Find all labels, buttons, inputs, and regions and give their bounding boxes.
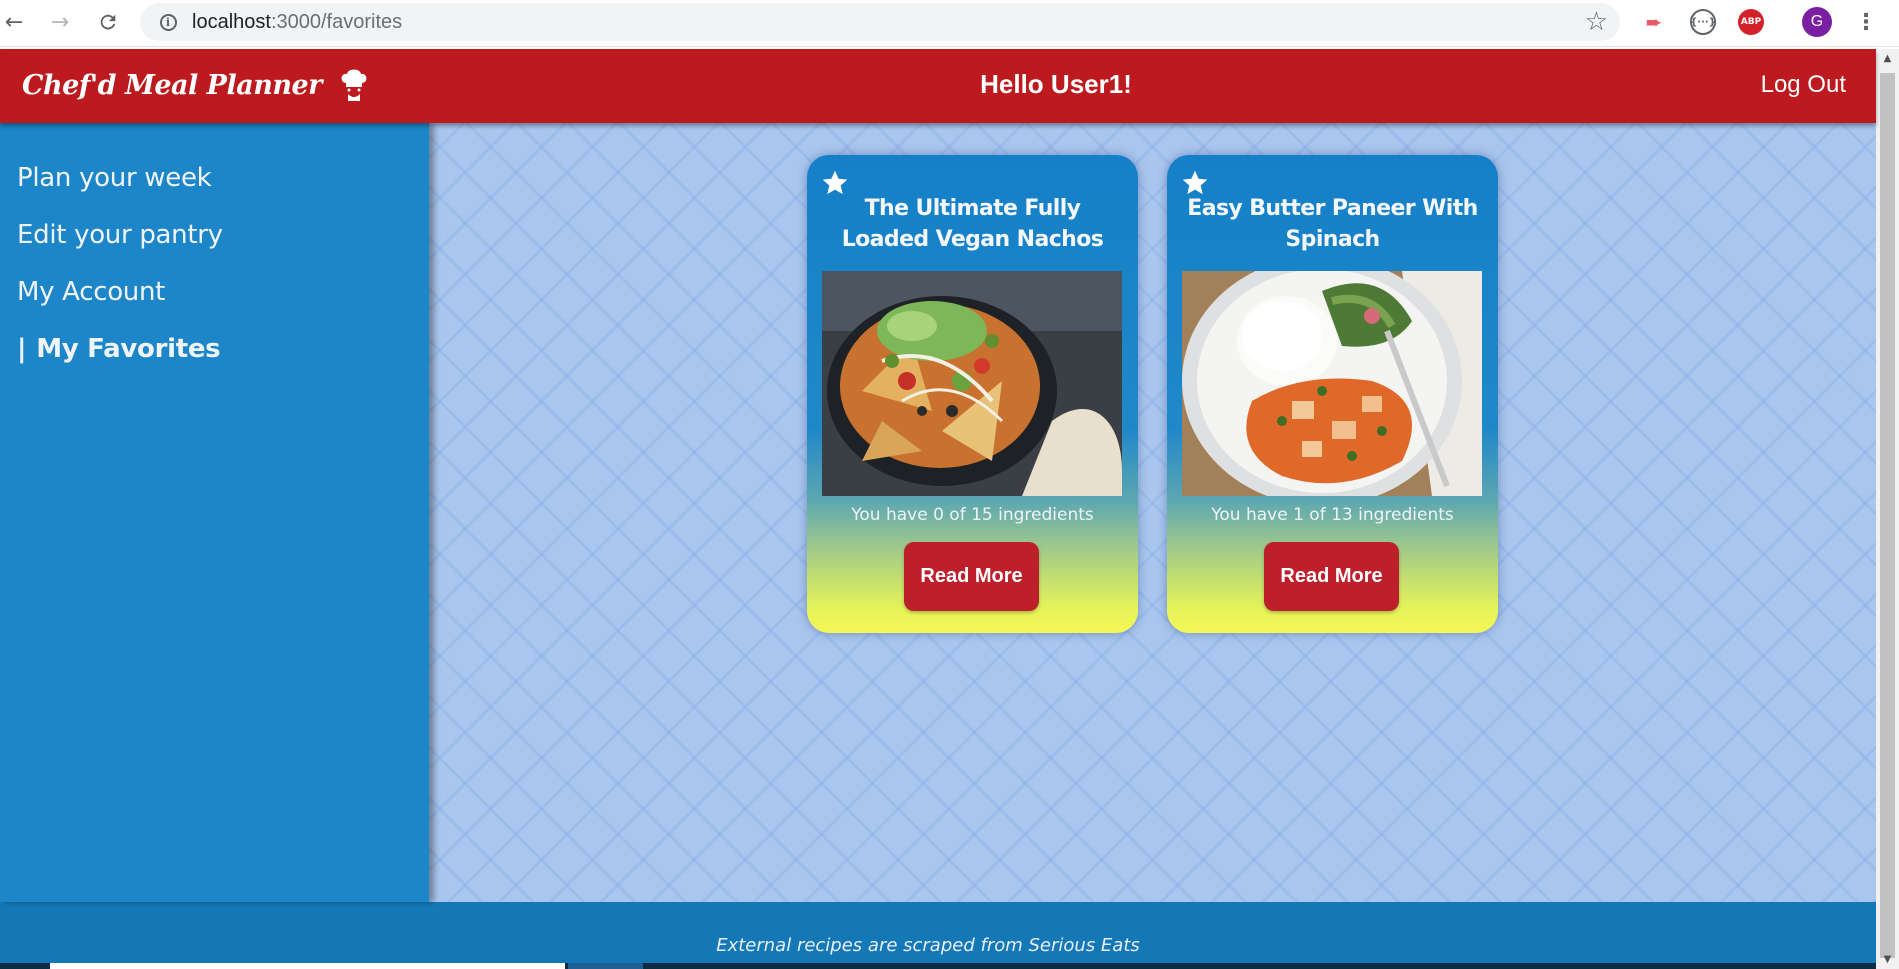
brand-name[interactable]: Chef'd Meal Planner	[22, 70, 322, 101]
read-more-button[interactable]: Read More	[1264, 542, 1399, 611]
recipe-title[interactable]: The Ultimate Fully Loaded Vegan Nachos	[827, 193, 1118, 255]
active-marker: |	[17, 334, 27, 364]
ingredient-count: You have 0 of 15 ingredients	[851, 505, 1094, 525]
chef-hat-icon	[341, 69, 367, 101]
sidebar-item-plan-week[interactable]: Plan your week	[17, 163, 212, 193]
sidebar-item-label: My Favorites	[36, 334, 221, 364]
forward-arrow-icon[interactable]: →	[46, 8, 74, 36]
extension-arrow-icon[interactable]: ➨	[1641, 9, 1667, 35]
ingredient-count: You have 1 of 13 ingredients	[1211, 505, 1454, 525]
bookmark-star-icon[interactable]: ☆	[1585, 7, 1608, 37]
paneer-image[interactable]	[1182, 271, 1482, 496]
sidebar-item-label: Edit your pantry	[17, 220, 223, 250]
taskbar-active-segment	[50, 963, 565, 969]
recipe-title[interactable]: Easy Butter Paneer With Spinach	[1187, 193, 1478, 255]
footer: External recipes are scraped from Seriou…	[0, 902, 1876, 969]
sidebar-item-edit-pantry[interactable]: Edit your pantry	[17, 220, 223, 250]
recipe-card: The Ultimate Fully Loaded Vegan Nachos Y…	[807, 155, 1138, 633]
extension-code-icon[interactable]: {···}	[1690, 9, 1716, 35]
browser-toolbar: ← → i localhost:3000/favorites ☆ ➨ {···}…	[0, 0, 1899, 47]
nachos-image[interactable]	[822, 271, 1122, 496]
scroll-up-arrow-icon[interactable]: ▲	[1876, 53, 1899, 64]
footer-text: External recipes are scraped from Seriou…	[716, 935, 1140, 956]
profile-avatar[interactable]: G	[1802, 7, 1832, 37]
logout-link[interactable]: Log Out	[1761, 71, 1846, 99]
greeting-text: Hello User1!	[980, 69, 1132, 99]
browser-menu-icon[interactable]: ⋮	[1853, 9, 1879, 35]
url-text[interactable]: localhost:3000/favorites	[192, 11, 402, 34]
sidebar: Plan your week Edit your pantry My Accou…	[0, 123, 429, 902]
favorites-content: The Ultimate Fully Loaded Vegan Nachos Y…	[429, 123, 1876, 902]
address-bar[interactable]: i localhost:3000/favorites ☆	[140, 3, 1620, 41]
taskbar-strip	[0, 963, 1876, 969]
adblock-icon[interactable]: ABP	[1738, 9, 1764, 35]
recipe-card: Easy Butter Paneer With Spinach You have…	[1167, 155, 1498, 633]
sidebar-item-label: My Account	[17, 277, 166, 307]
site-info-icon[interactable]: i	[148, 13, 188, 31]
sidebar-item-my-favorites[interactable]: | My Favorites	[17, 334, 221, 364]
read-more-button[interactable]: Read More	[904, 542, 1039, 611]
reload-icon[interactable]	[94, 8, 122, 36]
sidebar-item-label: Plan your week	[17, 163, 212, 193]
scroll-down-arrow-icon[interactable]: ▼	[1876, 954, 1899, 965]
sidebar-item-my-account[interactable]: My Account	[17, 277, 165, 307]
back-arrow-icon[interactable]: ←	[0, 8, 28, 36]
scroll-thumb[interactable]	[1880, 73, 1895, 958]
brand[interactable]: Chef'd Meal Planner	[22, 67, 370, 103]
page-scrollbar[interactable]: ▲ ▼	[1876, 49, 1899, 969]
taskbar-segment	[568, 963, 643, 969]
app-header: Chef'd Meal Planner Hello User1! Log Out	[0, 49, 1876, 123]
